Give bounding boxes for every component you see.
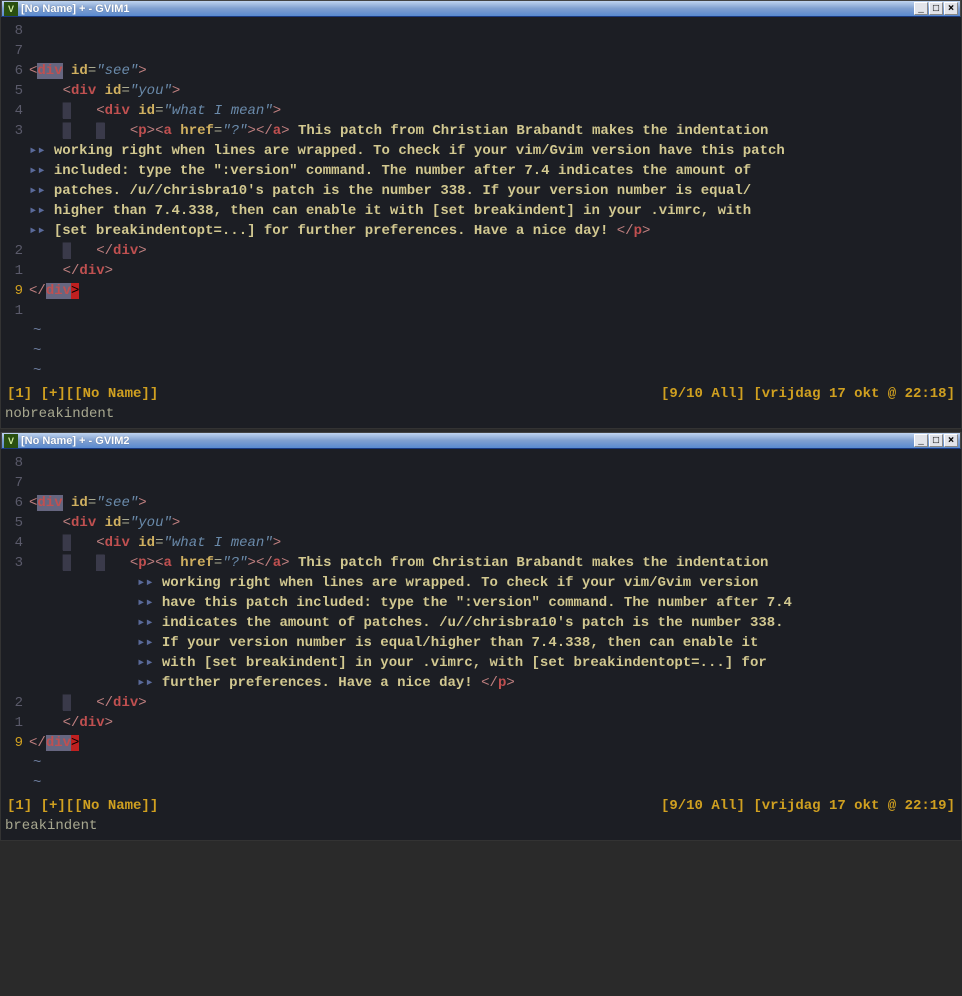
- minimize-button[interactable]: _: [914, 434, 928, 447]
- line-number: 1: [1, 713, 29, 733]
- line-number: 8: [1, 21, 29, 41]
- wrap-marker-icon: ▸▸: [29, 201, 54, 221]
- gvim-window-1: V [No Name] + - GVIM1 _ □ × 8 7 6<div id…: [0, 0, 962, 429]
- wrap-marker-icon: ▸▸: [29, 181, 54, 201]
- titlebar[interactable]: V [No Name] + - GVIM1 _ □ ×: [1, 0, 961, 17]
- status-left: [1] [+][[No Name]]: [7, 386, 158, 402]
- maximize-button[interactable]: □: [929, 2, 943, 15]
- editor-area[interactable]: 8 7 6<div id="see"> 5 <div id="you"> 4 █…: [1, 449, 961, 795]
- line-number: 4: [1, 533, 29, 553]
- status-right: [9/10 All] [vrijdag 17 okt @ 22:18]: [661, 386, 955, 402]
- wrap-marker-icon: ▸▸: [137, 573, 162, 593]
- status-left: [1] [+][[No Name]]: [7, 798, 158, 814]
- wrap-marker-icon: ▸▸: [137, 633, 162, 653]
- status-right: [9/10 All] [vrijdag 17 okt @ 22:19]: [661, 798, 955, 814]
- maximize-button[interactable]: □: [929, 434, 943, 447]
- gvim-window-2: V [No Name] + - GVIM2 _ □ × 8 7 6<div id…: [0, 432, 962, 841]
- current-line-number: 9: [1, 281, 29, 301]
- line-number: 7: [1, 41, 29, 61]
- vim-app-icon: V: [4, 434, 18, 448]
- status-line: [1] [+][[No Name]] [9/10 All] [vrijdag 1…: [1, 795, 961, 816]
- editor-area[interactable]: 8 7 6<div id="see"> 5 <div id="you"> 4 █…: [1, 17, 961, 383]
- wrap-marker-icon: ▸▸: [29, 221, 54, 241]
- wrap-marker-icon: ▸▸: [137, 653, 162, 673]
- line-number: 7: [1, 473, 29, 493]
- titlebar[interactable]: V [No Name] + - GVIM2 _ □ ×: [1, 432, 961, 449]
- wrap-marker-icon: ▸▸: [29, 161, 54, 181]
- cursor: >: [71, 735, 79, 751]
- empty-line-tilde: ~: [29, 755, 41, 771]
- line-number: 6: [1, 493, 29, 513]
- status-line: [1] [+][[No Name]] [9/10 All] [vrijdag 1…: [1, 383, 961, 404]
- line-number: 5: [1, 513, 29, 533]
- empty-line-tilde: ~: [29, 775, 41, 791]
- line-number: 2: [1, 693, 29, 713]
- line-number: 5: [1, 81, 29, 101]
- cursor: >: [71, 283, 79, 299]
- empty-line-tilde: ~: [29, 323, 41, 339]
- line-number: 2: [1, 241, 29, 261]
- line-number: 4: [1, 101, 29, 121]
- wrap-marker-icon: ▸▸: [137, 673, 162, 693]
- line-number: 3: [1, 121, 29, 141]
- vim-app-icon: V: [4, 2, 18, 16]
- line-number: 3: [1, 553, 29, 573]
- wrap-marker-icon: ▸▸: [137, 613, 162, 633]
- line-number: 8: [1, 453, 29, 473]
- empty-line-tilde: ~: [29, 343, 41, 359]
- close-button[interactable]: ×: [944, 434, 958, 447]
- wrap-marker-icon: ▸▸: [137, 593, 162, 613]
- command-line[interactable]: breakindent: [1, 816, 961, 840]
- line-number: 1: [1, 261, 29, 281]
- command-line[interactable]: nobreakindent: [1, 404, 961, 428]
- current-line-number: 9: [1, 733, 29, 753]
- line-number: 6: [1, 61, 29, 81]
- empty-line-tilde: ~: [29, 363, 41, 379]
- line-number: 1: [1, 301, 29, 321]
- window-title: [No Name] + - GVIM1: [21, 3, 913, 15]
- minimize-button[interactable]: _: [914, 2, 928, 15]
- close-button[interactable]: ×: [944, 2, 958, 15]
- wrap-marker-icon: ▸▸: [29, 141, 54, 161]
- window-title: [No Name] + - GVIM2: [21, 435, 913, 447]
